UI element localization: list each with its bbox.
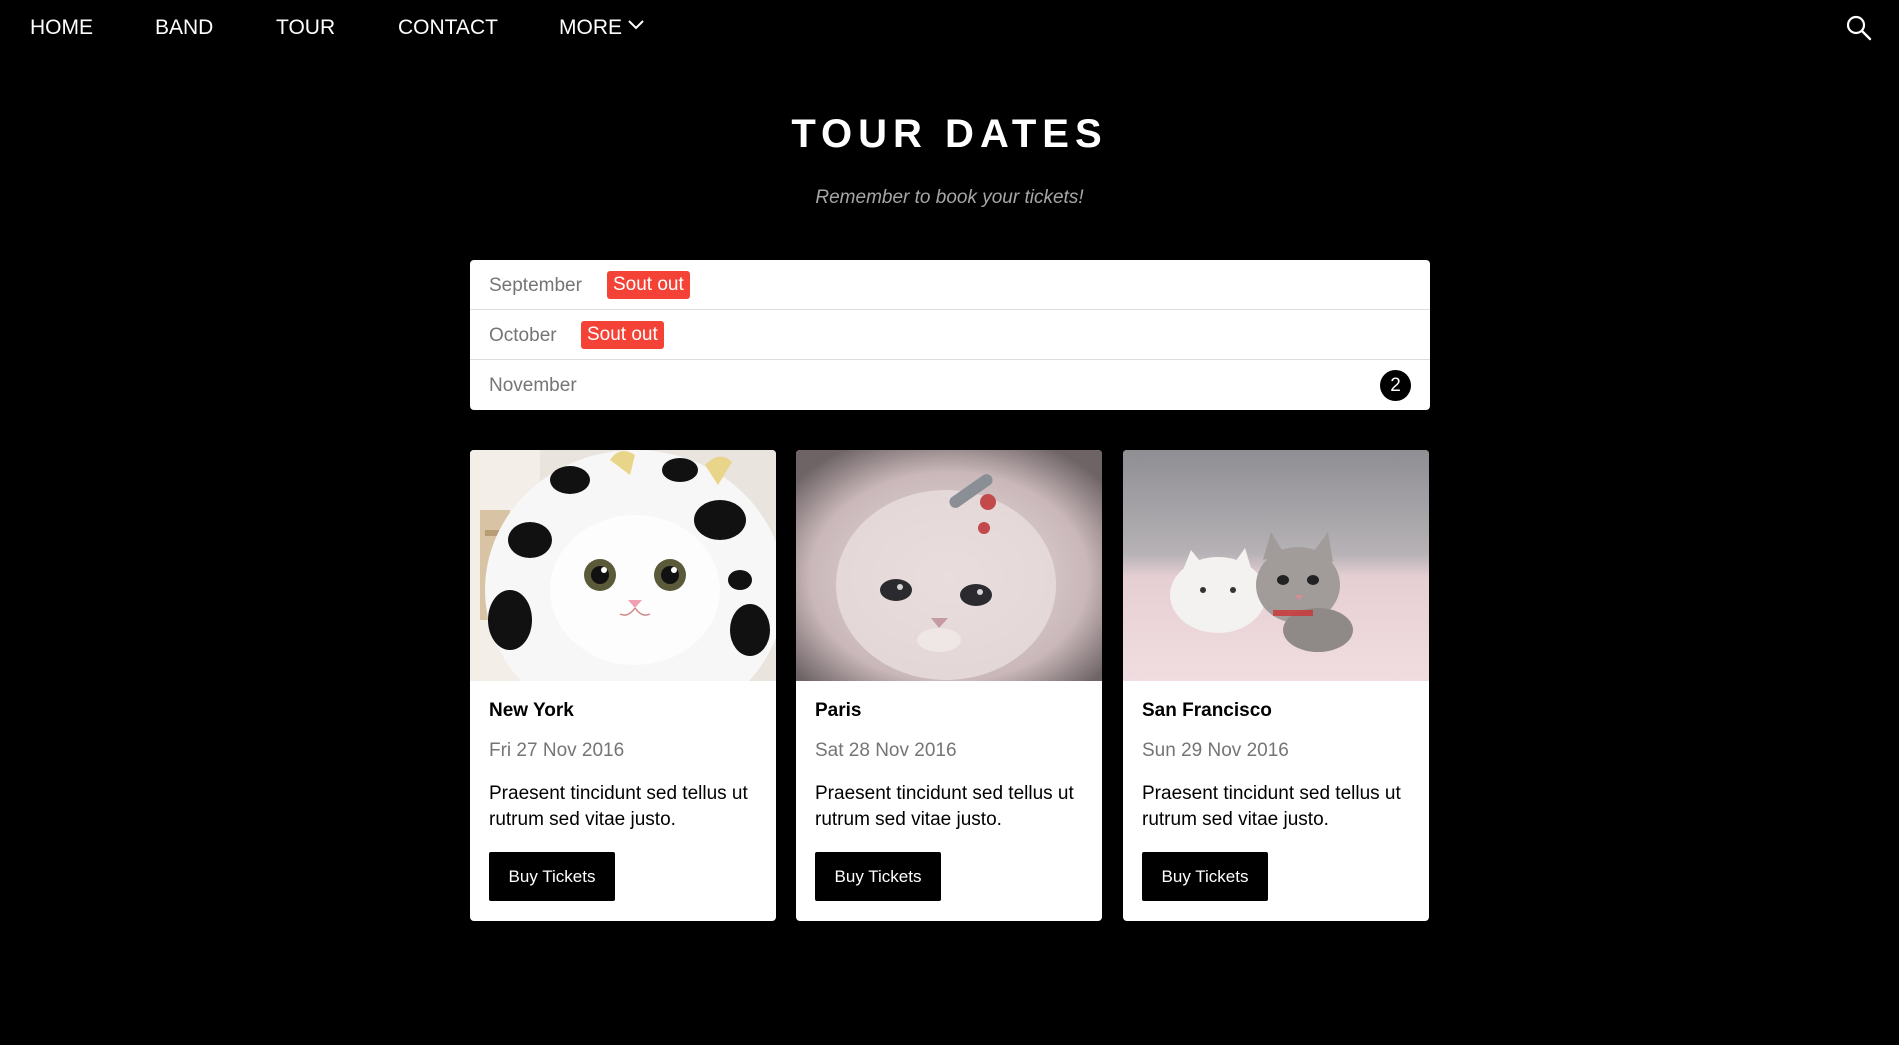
card-date: Fri 27 Nov 2016 [489, 740, 625, 761]
fluffy-kitten-image [796, 450, 1102, 681]
buy-tickets-button[interactable]: Buy Tickets [815, 852, 941, 901]
tour-card-paris: Paris Sat 28 Nov 2016 Praesent tincidunt… [796, 450, 1102, 921]
month-row-october: October Sout out [470, 310, 1430, 360]
card-description: Praesent tincidunt sed tellus ut rutrum … [1142, 783, 1401, 830]
month-row-november: November 2 [470, 360, 1430, 410]
search-icon[interactable] [1845, 14, 1873, 42]
card-city: New York [489, 700, 574, 721]
month-label: November [489, 375, 577, 396]
nav-more-label: MORE [559, 16, 622, 39]
kitten-cow-costume-image [470, 450, 776, 681]
count-badge: 2 [1380, 370, 1411, 401]
card-description: Praesent tincidunt sed tellus ut rutrum … [815, 783, 1074, 830]
chevron-down-icon [627, 12, 645, 38]
month-row-september: September Sout out [470, 260, 1430, 310]
kitten-on-rug-image [1123, 450, 1429, 681]
nav-home-link[interactable]: HOME [30, 15, 93, 41]
nav-tour-link[interactable]: TOUR [276, 15, 335, 41]
month-label: September [489, 275, 582, 296]
sold-out-badge: Sout out [581, 321, 664, 349]
card-date: Sat 28 Nov 2016 [815, 740, 957, 761]
buy-tickets-button[interactable]: Buy Tickets [489, 852, 615, 901]
card-city: San Francisco [1142, 700, 1272, 721]
nav-more-dropdown[interactable]: MORE [559, 15, 645, 41]
month-label: October [489, 325, 557, 346]
page-subtitle: Remember to book your tickets! [815, 187, 1084, 208]
tour-card-san-francisco: San Francisco Sun 29 Nov 2016 Praesent t… [1123, 450, 1429, 921]
buy-tickets-button[interactable]: Buy Tickets [1142, 852, 1268, 901]
month-list: September Sout out October Sout out Nove… [470, 260, 1430, 410]
top-navbar: HOME BAND TOUR CONTACT MORE [0, 0, 1899, 56]
nav-band-link[interactable]: BAND [155, 15, 213, 41]
card-description: Praesent tincidunt sed tellus ut rutrum … [489, 783, 748, 830]
nav-contact-link[interactable]: CONTACT [398, 15, 498, 41]
tour-card-new-york: New York Fri 27 Nov 2016 Praesent tincid… [470, 450, 776, 921]
page-title: TOUR DATES [791, 112, 1108, 156]
card-city: Paris [815, 700, 862, 721]
card-date: Sun 29 Nov 2016 [1142, 740, 1289, 761]
sold-out-badge: Sout out [607, 271, 690, 299]
